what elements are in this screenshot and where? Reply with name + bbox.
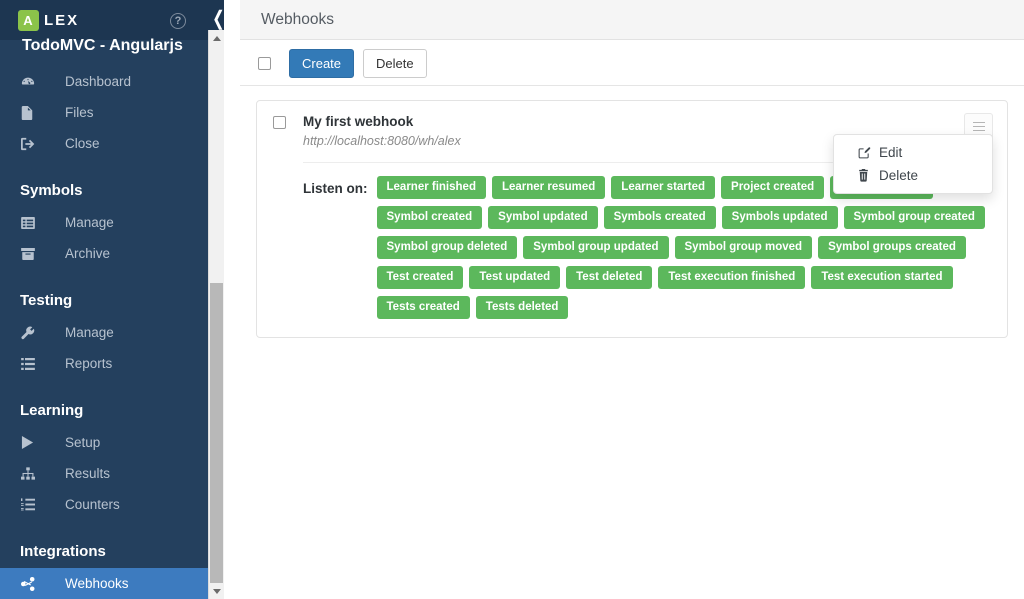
menu-item-label: Delete [879,168,919,183]
sitemap-icon [21,467,43,480]
sign-out-icon [21,137,43,151]
delete-button[interactable]: Delete [363,48,427,78]
toolbar: Create Delete [240,41,1024,86]
listen-on-label: Listen on: [303,181,368,196]
select-all-checkbox[interactable] [258,56,271,70]
list-icon [21,357,43,370]
sidebar-item-symbols-archive[interactable]: Archive [0,238,224,269]
sidebar: A LEX ? ❮ TodoMVC - Angularjs Dashboard … [0,0,224,599]
sidebar-nav-scroll-area: TodoMVC - Angularjs Dashboard Files Clos… [0,30,224,599]
menu-item-delete[interactable]: Delete [834,164,992,187]
sidebar-item-learning-results[interactable]: Results [0,458,224,489]
event-badge[interactable]: Learner started [611,176,716,199]
scroll-down-arrow-icon[interactable] [209,583,224,599]
sidebar-item-label: Reports [65,356,113,371]
menu-item-label: Edit [879,145,903,160]
sidebar-item-label: Manage [65,325,114,340]
event-badge[interactable]: Tests created [376,296,470,319]
sidebar-item-label: Results [65,466,111,481]
sidebar-section-title: Learning [20,402,84,419]
sidebar-section-title: Integrations [20,543,106,560]
page-title: Webhooks [261,10,334,28]
sidebar-item-testing-manage[interactable]: Manage [0,317,224,348]
hamburger-icon [972,119,985,133]
event-badge[interactable]: Test execution finished [658,266,806,289]
chevron-left-icon[interactable]: ❮ [212,9,224,29]
trash-icon [858,169,875,182]
event-badge[interactable]: Symbols created [603,206,716,229]
share-icon [21,576,43,591]
webhook-url: http://localhost:8080/wh/alex [303,134,461,148]
sidebar-item-label: Dashboard [65,74,132,89]
event-badge[interactable]: Symbol group deleted [376,236,518,259]
sidebar-item-files[interactable]: Files [0,97,224,128]
sidebar-item-label: Archive [65,246,111,261]
sidebar-item-label: Manage [65,215,114,230]
event-badge[interactable]: Symbol group updated [523,236,669,259]
scroll-up-arrow-icon[interactable] [209,30,224,46]
webhook-context-menu: Edit Delete [833,134,993,194]
sidebar-section-integrations: Integrations Webhooks [0,543,224,599]
sidebar-section-project: Dashboard Files Close [0,66,224,159]
file-icon [21,105,43,120]
wrench-icon [21,326,43,340]
list-alt-icon [21,216,43,229]
sidebar-section-title: Testing [20,292,73,309]
sidebar-item-dashboard[interactable]: Dashboard [0,66,224,97]
event-badge[interactable]: Symbol group created [843,206,985,229]
sidebar-section-testing: Testing Manage Reports [0,292,224,379]
help-icon[interactable]: ? [170,13,186,29]
sidebar-item-webhooks[interactable]: Webhooks [0,568,224,599]
event-badge[interactable]: Test created [376,266,464,289]
ordered-list-icon [21,498,43,511]
event-badge[interactable]: Test updated [469,266,561,289]
webhook-select-checkbox[interactable] [273,116,286,129]
sidebar-scrollbar[interactable] [208,30,224,599]
edit-pencil-icon [858,146,875,159]
sidebar-section-title: Symbols [20,182,83,199]
event-badge-list: Learner finished Learner resumed Learner s… [376,176,992,319]
sidebar-section-learning: Learning Setup Results Counters [0,402,224,520]
webhook-info: My first webhook http://localhost:8080/w… [303,113,461,149]
webhook-name: My first webhook [303,114,414,129]
archive-icon [21,247,43,260]
listen-on-row: Listen on: Learner finished Learner resum… [273,176,991,319]
app-logo[interactable]: A LEX [18,9,80,31]
event-badge[interactable]: Test execution started [811,266,953,289]
event-badge[interactable]: Symbol groups created [818,236,966,259]
event-badge[interactable]: Project created [721,176,825,199]
sidebar-item-label: Setup [65,435,101,450]
sidebar-item-close[interactable]: Close [0,128,224,159]
logo-mark: A [18,9,39,31]
create-button[interactable]: Create [289,48,355,78]
menu-item-edit[interactable]: Edit [834,141,992,164]
event-badge[interactable]: Symbols updated [721,206,838,229]
scrollbar-thumb[interactable] [210,283,223,583]
event-badge[interactable]: Learner finished [376,176,486,199]
event-badge[interactable]: Symbol updated [488,206,598,229]
main-content: Webhooks Create Delete My first webhook … [240,0,1024,599]
sidebar-section-symbols: Symbols Manage Archive [0,182,224,269]
event-badge[interactable]: Symbol created [376,206,483,229]
dashboard-icon [21,75,43,89]
event-badge[interactable]: Learner resumed [491,176,606,199]
sidebar-item-testing-reports[interactable]: Reports [0,348,224,379]
event-badge[interactable]: Tests deleted [475,296,569,319]
sidebar-item-label: Close [65,136,100,151]
sidebar-item-label: Webhooks [65,576,129,591]
logo-text: LEX [44,11,80,29]
sidebar-item-label: Counters [65,497,120,512]
sidebar-item-learning-counters[interactable]: Counters [0,489,224,520]
play-icon [21,436,43,449]
sidebar-item-label: Files [65,105,94,120]
event-badge[interactable]: Test deleted [566,266,653,289]
event-badge[interactable]: Symbol group moved [674,236,813,259]
project-title: TodoMVC - Angularjs [22,37,183,54]
sidebar-item-symbols-manage[interactable]: Manage [0,207,224,238]
view-header: Webhooks [240,0,1024,40]
sidebar-item-learning-setup[interactable]: Setup [0,427,224,458]
